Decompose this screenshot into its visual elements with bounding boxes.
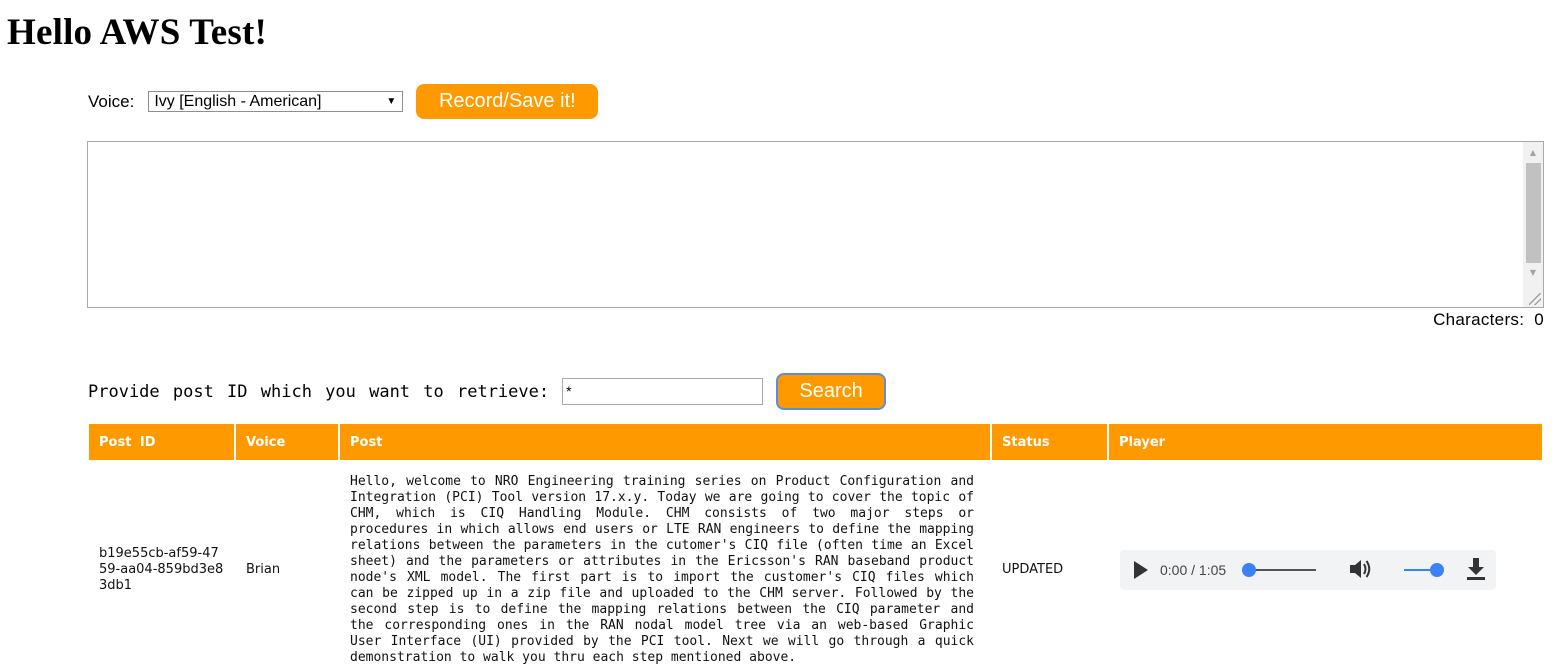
characters-label: Characters:	[1433, 310, 1525, 329]
cell-status: UPDATED	[1002, 562, 1064, 577]
volume-slider[interactable]	[1404, 563, 1445, 577]
textarea-scrollbar[interactable]: ▲ ▼	[1523, 142, 1543, 307]
cell-post-text: Hello, welcome to NRO Engineering traini…	[350, 474, 974, 665]
post-text-area[interactable]: ▲ ▼	[87, 141, 1544, 308]
download-icon[interactable]	[1466, 557, 1486, 584]
search-label: Provide post ID which you want to retrie…	[88, 381, 550, 402]
column-header-player: Player	[1109, 424, 1542, 460]
characters-count: 0	[1534, 310, 1544, 329]
voice-select[interactable]: Ivy [English - American] ▼	[148, 91, 404, 112]
voice-row: Voice: Ivy [English - American] ▼ Record…	[88, 84, 599, 119]
post-id-input[interactable]: *	[562, 378, 764, 405]
table-row: b19e55cb-af59-4759-aa04-859bd3e83db1 Bri…	[89, 462, 1542, 666]
cell-post-id: b19e55cb-af59-4759-aa04-859bd3e83db1	[99, 546, 224, 593]
scroll-up-arrow-icon[interactable]: ▲	[1523, 144, 1543, 161]
scroll-down-arrow-icon[interactable]: ▼	[1523, 264, 1543, 281]
progress-slider-knob[interactable]	[1242, 563, 1257, 577]
progress-slider[interactable]	[1242, 563, 1317, 577]
search-row: Provide post ID which you want to retrie…	[88, 373, 887, 410]
cell-player: 0:00 / 1:05	[1109, 462, 1542, 666]
record-save-button[interactable]: Record/Save it!	[416, 84, 599, 119]
scrollbar-thumb[interactable]	[1526, 163, 1541, 263]
volume-icon[interactable]	[1348, 558, 1372, 583]
table-header-row: Post ID Voice Post Status Player	[89, 424, 1542, 460]
voice-select-value: Ivy [English - American]	[154, 93, 322, 110]
audio-player: 0:00 / 1:05	[1120, 550, 1496, 590]
voice-label: Voice:	[88, 91, 135, 111]
play-icon[interactable]	[1134, 561, 1148, 579]
page-title: Hello AWS Test!	[7, 12, 267, 53]
search-button[interactable]: Search	[776, 373, 887, 410]
character-counter: Characters: 0	[1433, 309, 1544, 331]
column-header-voice: Voice	[236, 424, 338, 460]
page: Hello AWS Test! Voice: Ivy [English - Am…	[0, 0, 1552, 667]
column-header-status: Status	[992, 424, 1107, 460]
dropdown-arrow-icon: ▼	[386, 96, 397, 107]
player-time: 0:00 / 1:05	[1160, 562, 1227, 578]
column-header-post-id: Post ID	[89, 424, 234, 460]
cell-voice: Brian	[246, 562, 281, 577]
column-header-post: Post	[340, 424, 990, 460]
posts-table: Post ID Voice Post Status Player b19e55c…	[87, 422, 1544, 667]
resize-handle-icon[interactable]	[1529, 293, 1541, 305]
volume-slider-knob[interactable]	[1430, 563, 1445, 577]
